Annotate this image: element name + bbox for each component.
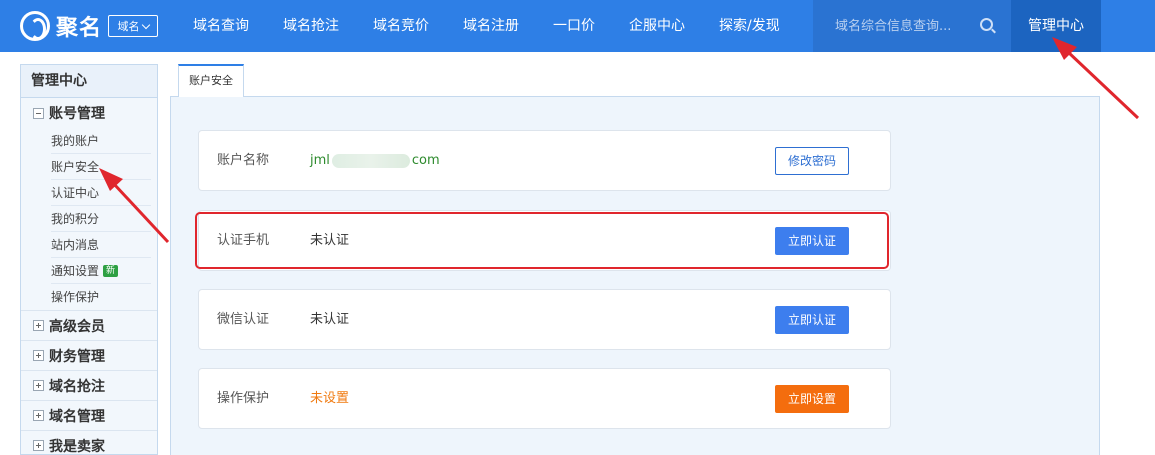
nav-domain-snap[interactable]: 域名抢注 [266, 0, 356, 52]
account-name-value: jml com [310, 131, 440, 190]
sidebar-item-label: 通知设置 [51, 263, 100, 278]
management-center-link[interactable]: 管理中心 [1011, 0, 1101, 52]
protection-status: 未设置 [310, 391, 350, 406]
nav-enterprise-service[interactable]: 企服中心 [612, 0, 702, 52]
change-password-button[interactable]: 修改密码 [775, 147, 849, 175]
expand-icon [33, 440, 44, 451]
account-name-prefix: jml [310, 153, 330, 168]
wechat-verification-card: 微信认证 未认证 立即认证 [198, 289, 891, 350]
sidebar-group-premium[interactable]: 高级会员 [21, 310, 157, 340]
redacted-text [331, 153, 410, 168]
wechat-label: 微信认证 [217, 312, 270, 327]
sidebar-group-finance[interactable]: 财务管理 [21, 340, 157, 370]
expand-icon [33, 410, 44, 421]
logo[interactable]: 聚名 [20, 10, 102, 42]
domain-type-select[interactable]: 域名 [108, 15, 158, 37]
operation-protection-card: 操作保护 未设置 立即设置 [198, 368, 891, 429]
sidebar-item-my-account[interactable]: 我的账户 [51, 128, 151, 154]
nav-explore[interactable]: 探索/发现 [702, 0, 797, 52]
nav-domain-query[interactable]: 域名查询 [176, 0, 266, 52]
sidebar-group-label: 域名抢注 [49, 378, 105, 395]
account-name-suffix: com [411, 153, 440, 168]
phone-status: 未认证 [310, 233, 350, 248]
new-badge: 新 [103, 264, 119, 277]
sidebar-item-notification-settings[interactable]: 通知设置 新 [51, 258, 151, 284]
sidebar-item-certification[interactable]: 认证中心 [51, 180, 151, 206]
verify-phone-button[interactable]: 立即认证 [775, 227, 849, 255]
top-navigation-bar: 聚名 域名 域名查询 域名抢注 域名竞价 域名注册 一口价 企服中心 探索/发现… [0, 0, 1155, 52]
tab-bar: 账户安全 [170, 64, 1100, 98]
account-security-panel: 账户名称 jml com 修改密码 认证手机 未认证 立即认证 微信认证 未认证 … [170, 97, 1100, 455]
sidebar-item-messages[interactable]: 站内消息 [51, 232, 151, 258]
sidebar-item-operation-protection[interactable]: 操作保护 [51, 284, 151, 310]
set-protection-button[interactable]: 立即设置 [775, 385, 849, 413]
expand-icon [33, 380, 44, 391]
expand-icon [33, 350, 44, 361]
phone-verification-card: 认证手机 未认证 立即认证 [198, 210, 891, 271]
sidebar-group-label: 域名管理 [49, 408, 105, 425]
chevron-down-icon [141, 20, 150, 29]
search-input[interactable] [835, 14, 965, 38]
verify-wechat-button[interactable]: 立即认证 [775, 306, 849, 334]
sidebar: 管理中心 账号管理 我的账户 账户安全 认证中心 我的积分 站内消息 通知设置 … [20, 64, 158, 455]
search-icon[interactable] [980, 18, 993, 31]
phone-label: 认证手机 [217, 233, 270, 248]
account-name-label: 账户名称 [217, 153, 270, 168]
wechat-status: 未认证 [310, 312, 350, 327]
sidebar-group-label: 高级会员 [49, 318, 105, 335]
account-name-card: 账户名称 jml com 修改密码 [198, 130, 891, 191]
search-box [813, 0, 1011, 52]
main-nav: 域名查询 域名抢注 域名竞价 域名注册 一口价 企服中心 探索/发现 [176, 0, 797, 52]
tab-account-security[interactable]: 账户安全 [178, 64, 244, 98]
sidebar-group-snap[interactable]: 域名抢注 [21, 370, 157, 400]
logo-icon [20, 11, 50, 41]
expand-icon [33, 320, 44, 331]
nav-domain-register[interactable]: 域名注册 [446, 0, 536, 52]
nav-fixed-price[interactable]: 一口价 [536, 0, 612, 52]
sidebar-item-points[interactable]: 我的积分 [51, 206, 151, 232]
sidebar-group-seller[interactable]: 我是卖家 [21, 430, 157, 455]
sidebar-group-label: 我是卖家 [49, 438, 105, 455]
collapse-icon [33, 107, 44, 119]
nav-domain-auction[interactable]: 域名竞价 [356, 0, 446, 52]
protection-label: 操作保护 [217, 391, 270, 406]
account-submenu: 我的账户 账户安全 认证中心 我的积分 站内消息 通知设置 新 操作保护 [21, 128, 157, 310]
sidebar-group-label: 财务管理 [49, 348, 105, 365]
sidebar-group-account[interactable]: 账号管理 [21, 98, 157, 128]
domain-type-label: 域名 [117, 20, 140, 33]
sidebar-group-domains[interactable]: 域名管理 [21, 400, 157, 430]
logo-text: 聚名 [56, 16, 103, 41]
sidebar-group-label: 账号管理 [49, 106, 105, 122]
sidebar-item-account-security[interactable]: 账户安全 [51, 154, 151, 180]
sidebar-title: 管理中心 [21, 65, 157, 98]
